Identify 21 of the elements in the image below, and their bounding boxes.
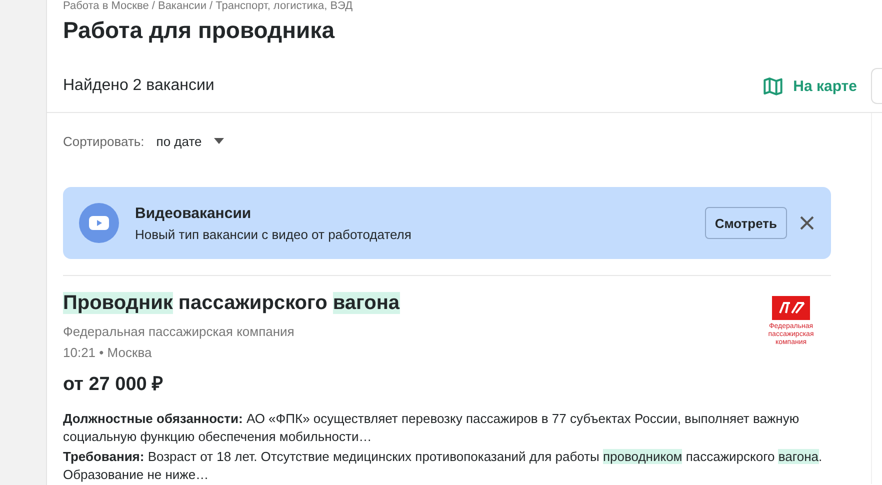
vacancy-title[interactable]: Проводник пассажирского вагона bbox=[63, 290, 400, 316]
requirements-text: Требования: Возраст от 18 лет. Отсутствие медицинских противопоказаний для работы проводником пассажирского вагона. Образование не ниже… bbox=[63, 448, 823, 484]
company-name[interactable]: Федеральная пассажирская компания bbox=[63, 324, 294, 339]
results-count: Найдено 2 вакансии bbox=[63, 77, 216, 95]
banner-title: Видеовакансии bbox=[135, 204, 252, 222]
vacancy-meta: 10:21 • Москва bbox=[63, 345, 153, 360]
breadcrumb[interactable]: Работа в Москве / Вакансии / Транспорт, логистика, ВЭД bbox=[63, 0, 353, 13]
duties-text: Должностные обязанности: АО «ФПК» осуществляет перевозку пассажиров в 77 субъектах России, выполняет важную социальную функцию обеспечения мобильности… bbox=[63, 410, 800, 446]
page-title: Работа для проводника bbox=[63, 16, 336, 45]
map-link[interactable]: На карте bbox=[763, 76, 857, 96]
salary: от 27 000 ₽ bbox=[63, 373, 164, 396]
video-icon bbox=[79, 203, 119, 243]
map-icon bbox=[763, 76, 784, 96]
close-button[interactable] bbox=[799, 215, 815, 231]
panel-edge bbox=[871, 68, 882, 104]
sort-dropdown[interactable]: по дате bbox=[156, 134, 224, 148]
sort-label: Сортировать: bbox=[63, 134, 144, 148]
logo-icon bbox=[772, 296, 810, 320]
caret-icon bbox=[214, 138, 224, 144]
banner-text: Новый тип вакансии с видео от работодателя bbox=[135, 226, 412, 242]
watch-button[interactable]: Смотреть bbox=[704, 207, 787, 239]
